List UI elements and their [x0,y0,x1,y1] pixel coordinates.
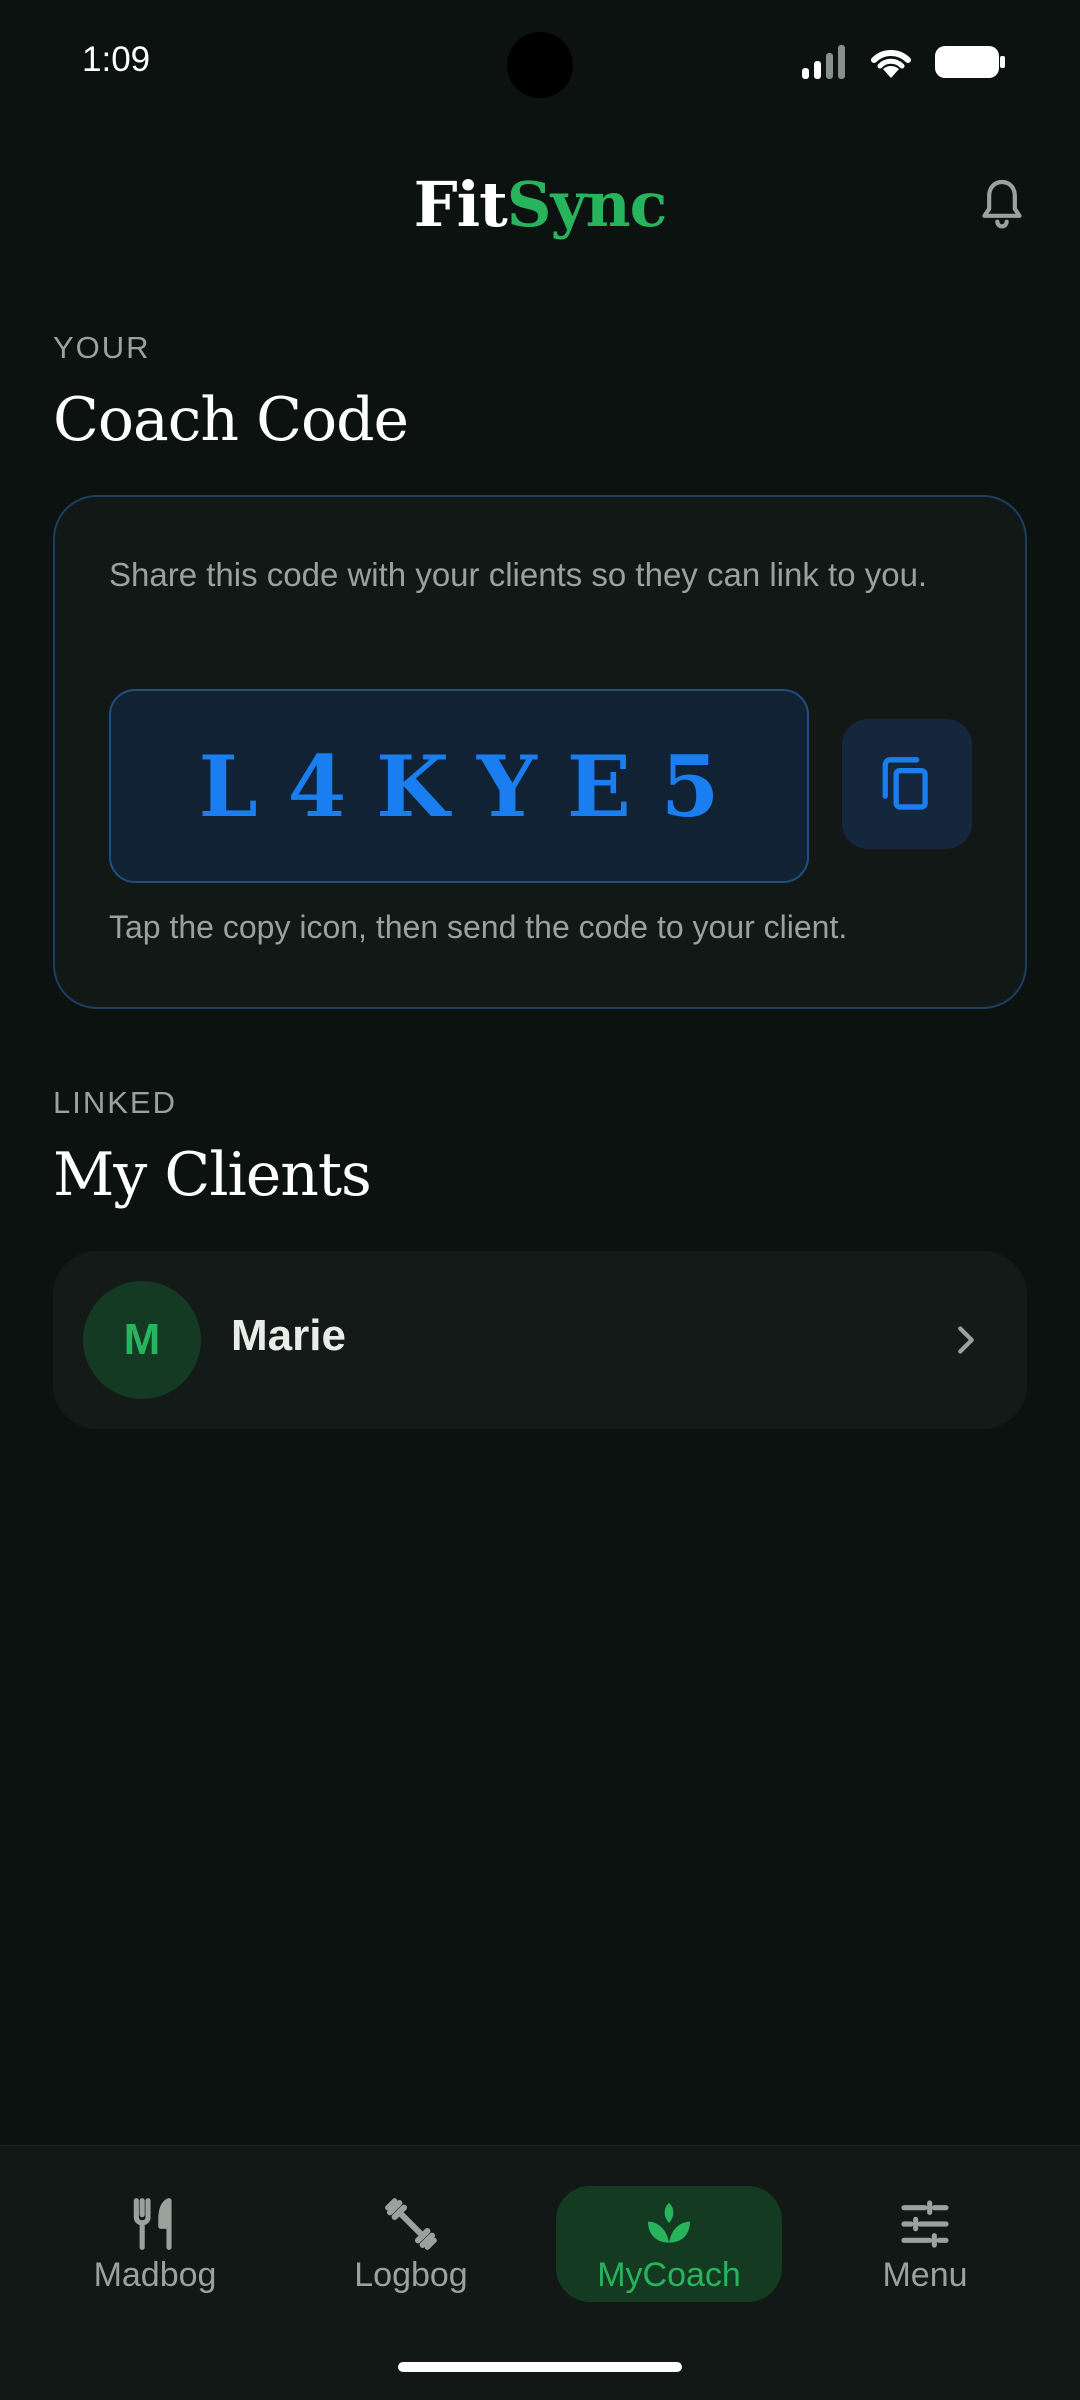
sliders-icon [901,2200,949,2248]
clients-title: My Clients [53,1140,372,1210]
battery-icon [935,46,1005,78]
nav-label-mycoach: MyCoach [597,2256,741,2294]
home-indicator[interactable] [398,2362,682,2372]
client-row[interactable]: M Marie [53,1251,1027,1429]
nav-label-menu: Menu [882,2256,968,2294]
status-icons [800,42,1006,82]
coach-code-description: Share this code with your clients so the… [109,556,928,593]
copy-icon [882,757,928,810]
logo-text-sync: Sync [506,168,668,241]
status-time: 1:09 [82,40,151,79]
nav-label-logbog: Logbog [354,2256,468,2294]
sprout-icon [648,2203,690,2243]
client-avatar: M [83,1281,201,1399]
app-logo: FitSync [0,168,1080,241]
coach-code-box[interactable]: L4KYE5 [109,689,809,883]
signal-icon [802,45,845,79]
client-name: Marie [231,1311,346,1360]
notification-bell-icon[interactable] [974,175,1030,231]
nav-item-mycoach[interactable]: MyCoach [556,2186,782,2302]
coach-code-title: Coach Code [53,385,409,455]
clients-eyebrow: LINKED [53,1085,177,1120]
chevron-right-icon [958,1326,974,1354]
coach-code-card: Share this code with your clients so the… [53,495,1027,1009]
coach-code-eyebrow: YOUR [53,330,151,365]
coach-code-value: L4KYE5 [198,736,750,836]
dumbbell-icon [385,2198,437,2250]
copy-code-button[interactable] [842,719,972,849]
wifi-icon [871,49,911,78]
coach-code-hint: Tap the copy icon, then send the code to… [109,909,848,945]
nav-label-madbog: Madbog [93,2256,217,2294]
nav-item-madbog[interactable]: Madbog [42,2186,268,2302]
front-camera [507,32,573,98]
logo-text-fit: Fit [413,168,508,241]
nav-item-logbog[interactable]: Logbog [298,2186,524,2302]
nav-item-menu[interactable]: Menu [812,2186,1038,2302]
app-header: FitSync [0,160,1080,250]
status-bar: 1:09 [0,0,1080,130]
fork-knife-icon [133,2198,172,2250]
